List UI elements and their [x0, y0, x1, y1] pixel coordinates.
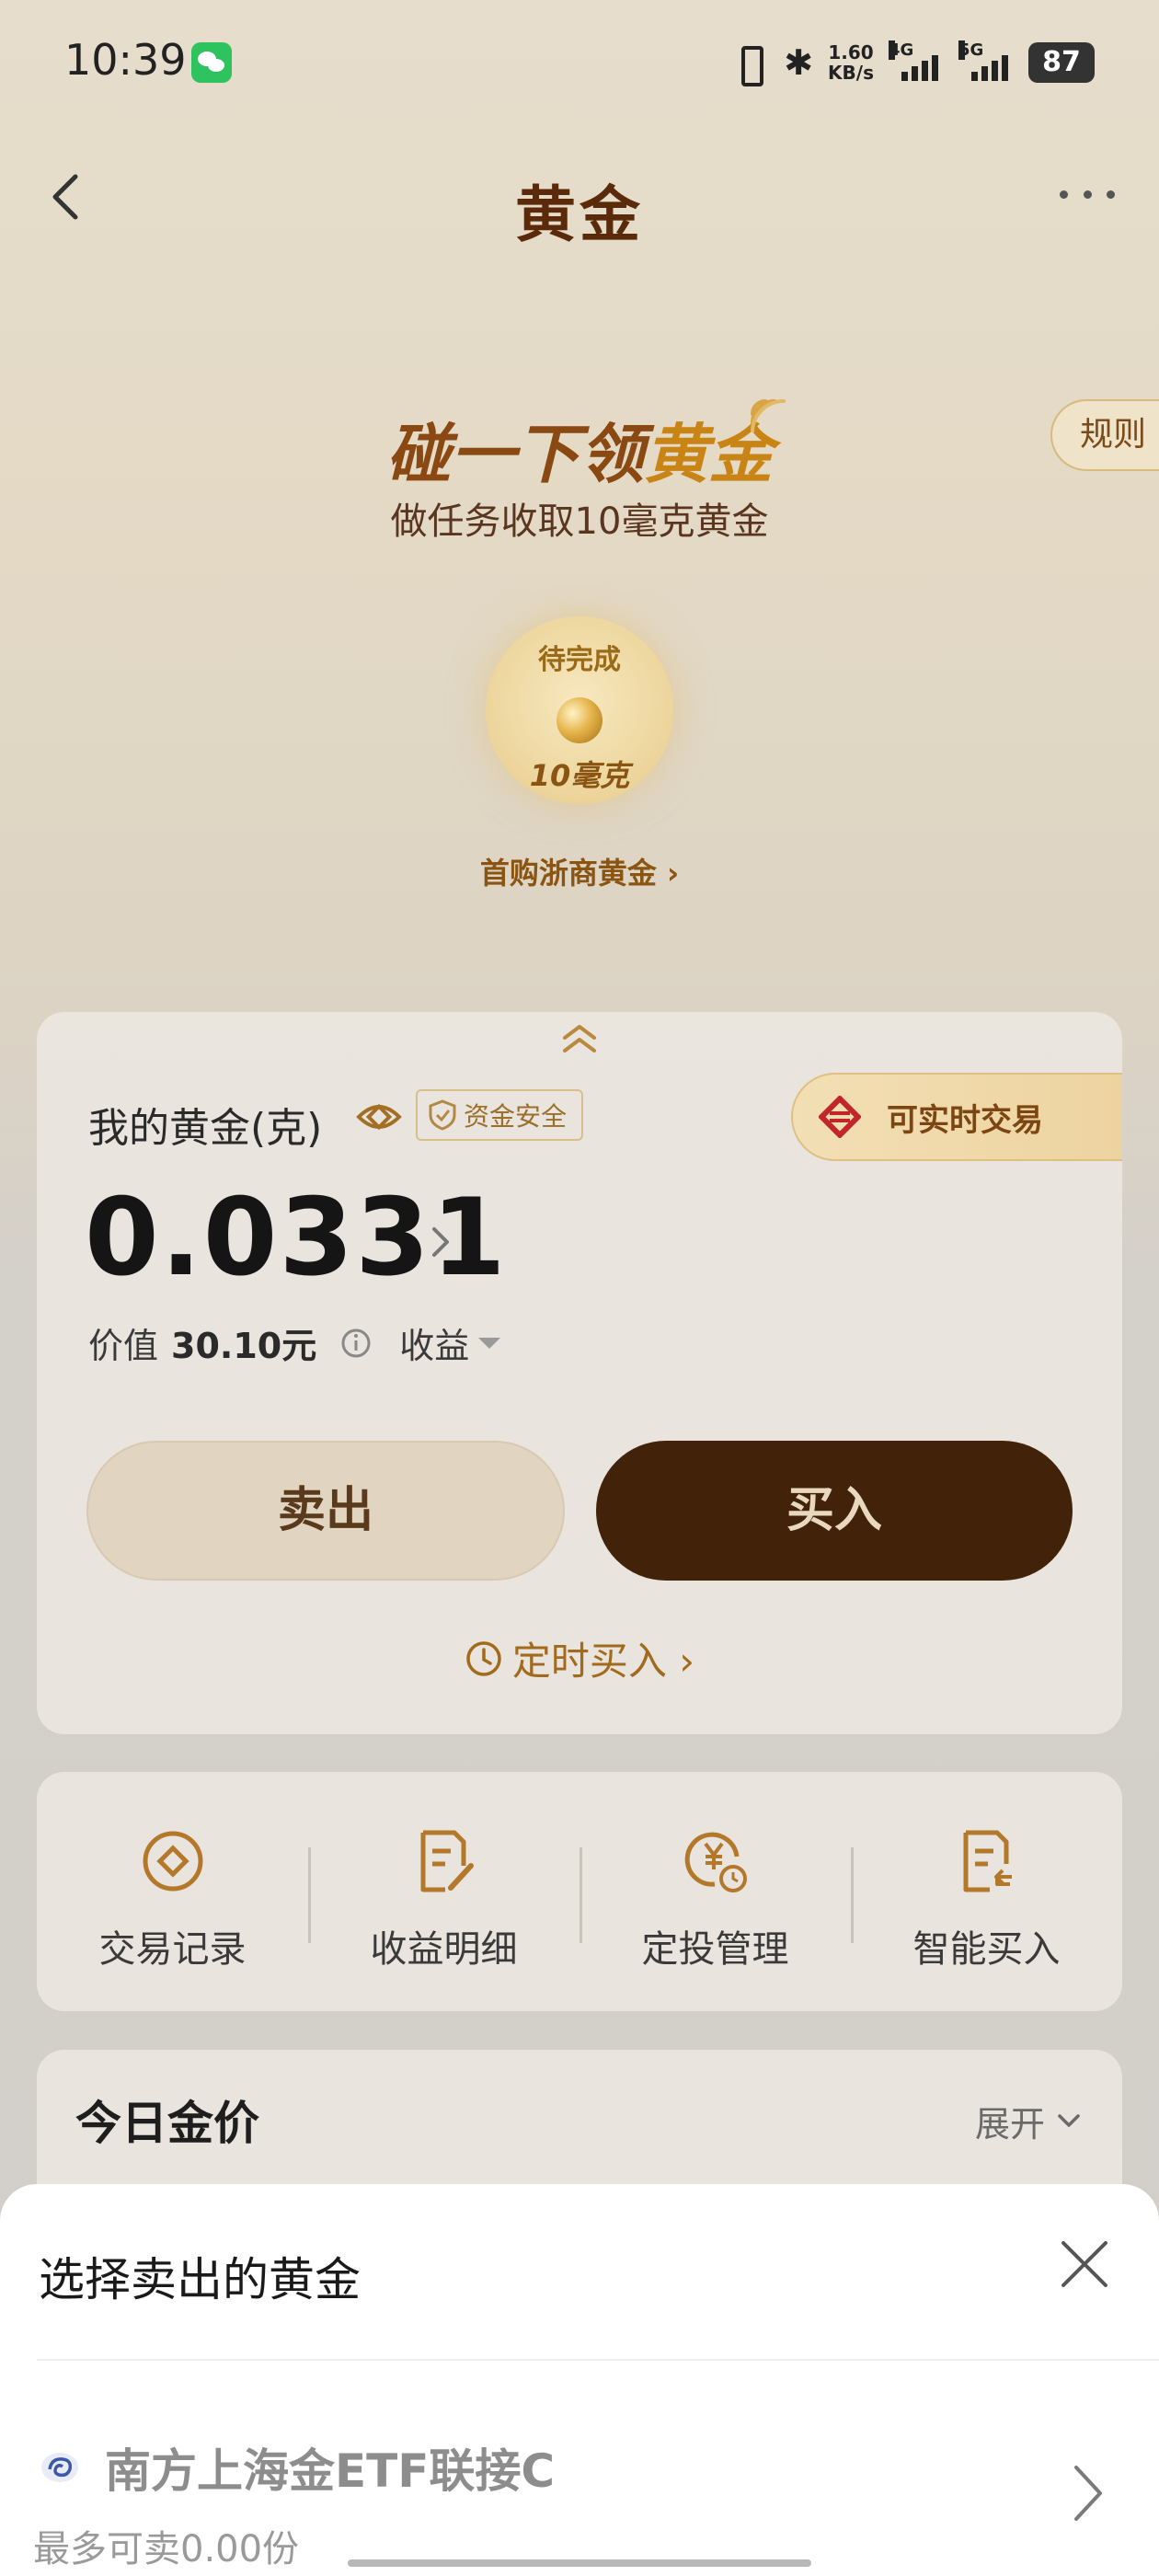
status-bar: 10:39 ✱ 1.60 KB/s 4G 5G 87	[0, 0, 1159, 129]
task-reward-amount: 10毫克	[529, 758, 630, 793]
more-options-icon[interactable]	[1060, 180, 1115, 208]
quick-actions: 交易记录 收益明细 定投管理 智能买入	[37, 1772, 1122, 2011]
first-buy-link[interactable]: 首购浙商黄金 ›	[0, 850, 1159, 892]
page-title: 黄金	[515, 179, 644, 250]
eye-icon[interactable]	[355, 1097, 403, 1137]
signal-4g-icon: 4G	[889, 40, 944, 81]
rules-button[interactable]: 规则	[1050, 399, 1159, 471]
buy-button[interactable]: 买入	[596, 1441, 1073, 1581]
gold-ball-icon	[557, 697, 602, 743]
promo-banner: 碰一下领黄金 做任务收取10毫克黄金 规则 待完成 10毫克 首购浙商黄金 ›	[0, 368, 1159, 994]
nav-bar: 黄金	[0, 138, 1159, 258]
signal-4g-label: 4G	[889, 40, 914, 60]
chevron-up-icon[interactable]	[559, 1023, 600, 1054]
battery-icon: 87	[1028, 42, 1095, 83]
expand-toggle[interactable]: 展开	[975, 2096, 1082, 2146]
realtime-trading-label: 可实时交易	[887, 1101, 1043, 1139]
value-row: 价值 30.10元 收益	[88, 1317, 501, 1368]
action-label: 交易记录	[98, 1928, 247, 1971]
fund-list-item[interactable]: 南方上海金ETF联接C 最多可卖0.00份	[0, 2361, 1159, 2576]
signal-5g-icon: 5G	[958, 40, 1014, 81]
value-label: 价值	[88, 1326, 159, 1366]
action-label: 智能买入	[912, 1928, 1061, 1971]
coin-icon	[143, 1831, 202, 1892]
action-label: 定投管理	[641, 1928, 789, 1971]
realtime-trading-badge[interactable]: 可实时交易	[791, 1073, 1122, 1161]
network-speed-unit: KB/s	[828, 62, 874, 84]
document-edit-icon	[420, 1830, 474, 1892]
status-time: 10:39	[64, 35, 187, 85]
shield-icon	[429, 1099, 456, 1131]
promo-subtitle: 做任务收取10毫克黄金	[390, 500, 769, 543]
action-label: 收益明细	[370, 1928, 518, 1971]
fund-logo-icon	[41, 2453, 78, 2482]
document-return-icon	[963, 1830, 1012, 1892]
info-icon[interactable]	[340, 1328, 372, 1359]
sell-selection-sheet: 选择卖出的黄金 南方上海金ETF联接C 最多可卖0.00份	[0, 2184, 1159, 2576]
earnings-label: 收益	[399, 1326, 470, 1366]
fund-name: 南方上海金ETF联接C	[105, 2444, 556, 2498]
chevron-right-icon	[1074, 2466, 1102, 2521]
holdings-card: 我的黄金(克) 资金安全 可实时交易 0.0331 价值 30.10元 收益 卖…	[37, 1012, 1122, 1734]
yen-clock-icon	[684, 1832, 747, 1892]
holdings-label: 我的黄金(克)	[88, 1105, 323, 1152]
value-amount: 30.10元	[171, 1326, 317, 1366]
fund-max-sellable: 最多可卖0.00份	[33, 2528, 300, 2570]
clock-icon	[466, 1640, 501, 1676]
network-speed-value: 1.60	[828, 41, 874, 63]
bluetooth-icon: ✱	[784, 42, 814, 83]
expand-label: 展开	[974, 2104, 1045, 2145]
action-transaction-records[interactable]: 交易记录	[37, 1772, 308, 2011]
scheduled-buy-label: 定时买入 ›	[511, 1639, 695, 1684]
scheduled-buy-link[interactable]: 定时买入 ›	[37, 1630, 1122, 1686]
promo-title-part1: 碰一下领	[386, 417, 644, 492]
sell-button[interactable]: 卖出	[86, 1441, 565, 1581]
fund-safety-label: 资金安全	[464, 1101, 568, 1132]
gold-page: 10:39 ✱ 1.60 KB/s 4G 5G 87 黄金 碰一下领黄金 做任务…	[0, 0, 1159, 2576]
action-plan-management[interactable]: 定投管理	[580, 1772, 851, 2011]
promo-title: 碰一下领黄金	[0, 403, 1159, 496]
caret-down-icon	[478, 1337, 501, 1349]
chevron-down-icon	[1058, 2113, 1080, 2127]
network-speed: 1.60 KB/s	[828, 42, 874, 83]
fund-safety-badge[interactable]: 资金安全	[416, 1089, 584, 1141]
signal-5g-label: 5G	[958, 40, 984, 60]
nfc-wave-icon	[751, 399, 786, 432]
task-status: 待完成	[538, 644, 621, 676]
wechat-notification-icon	[191, 42, 232, 83]
action-smart-buy[interactable]: 智能买入	[851, 1772, 1122, 2011]
earnings-toggle[interactable]: 收益	[399, 1317, 501, 1368]
sheet-title: 选择卖出的黄金	[39, 2253, 361, 2306]
home-indicator[interactable]	[348, 2559, 811, 2567]
exchange-logo-icon	[819, 1096, 861, 1138]
vibrate-icon	[729, 42, 769, 86]
close-icon[interactable]	[1058, 2237, 1111, 2291]
action-earnings-details[interactable]: 收益明细	[308, 1772, 580, 2011]
chevron-right-icon[interactable]	[427, 1222, 454, 1262]
today-price-title: 今日金价	[75, 2097, 259, 2150]
status-indicators: ✱ 1.60 KB/s 4G 5G 87	[729, 35, 1095, 90]
